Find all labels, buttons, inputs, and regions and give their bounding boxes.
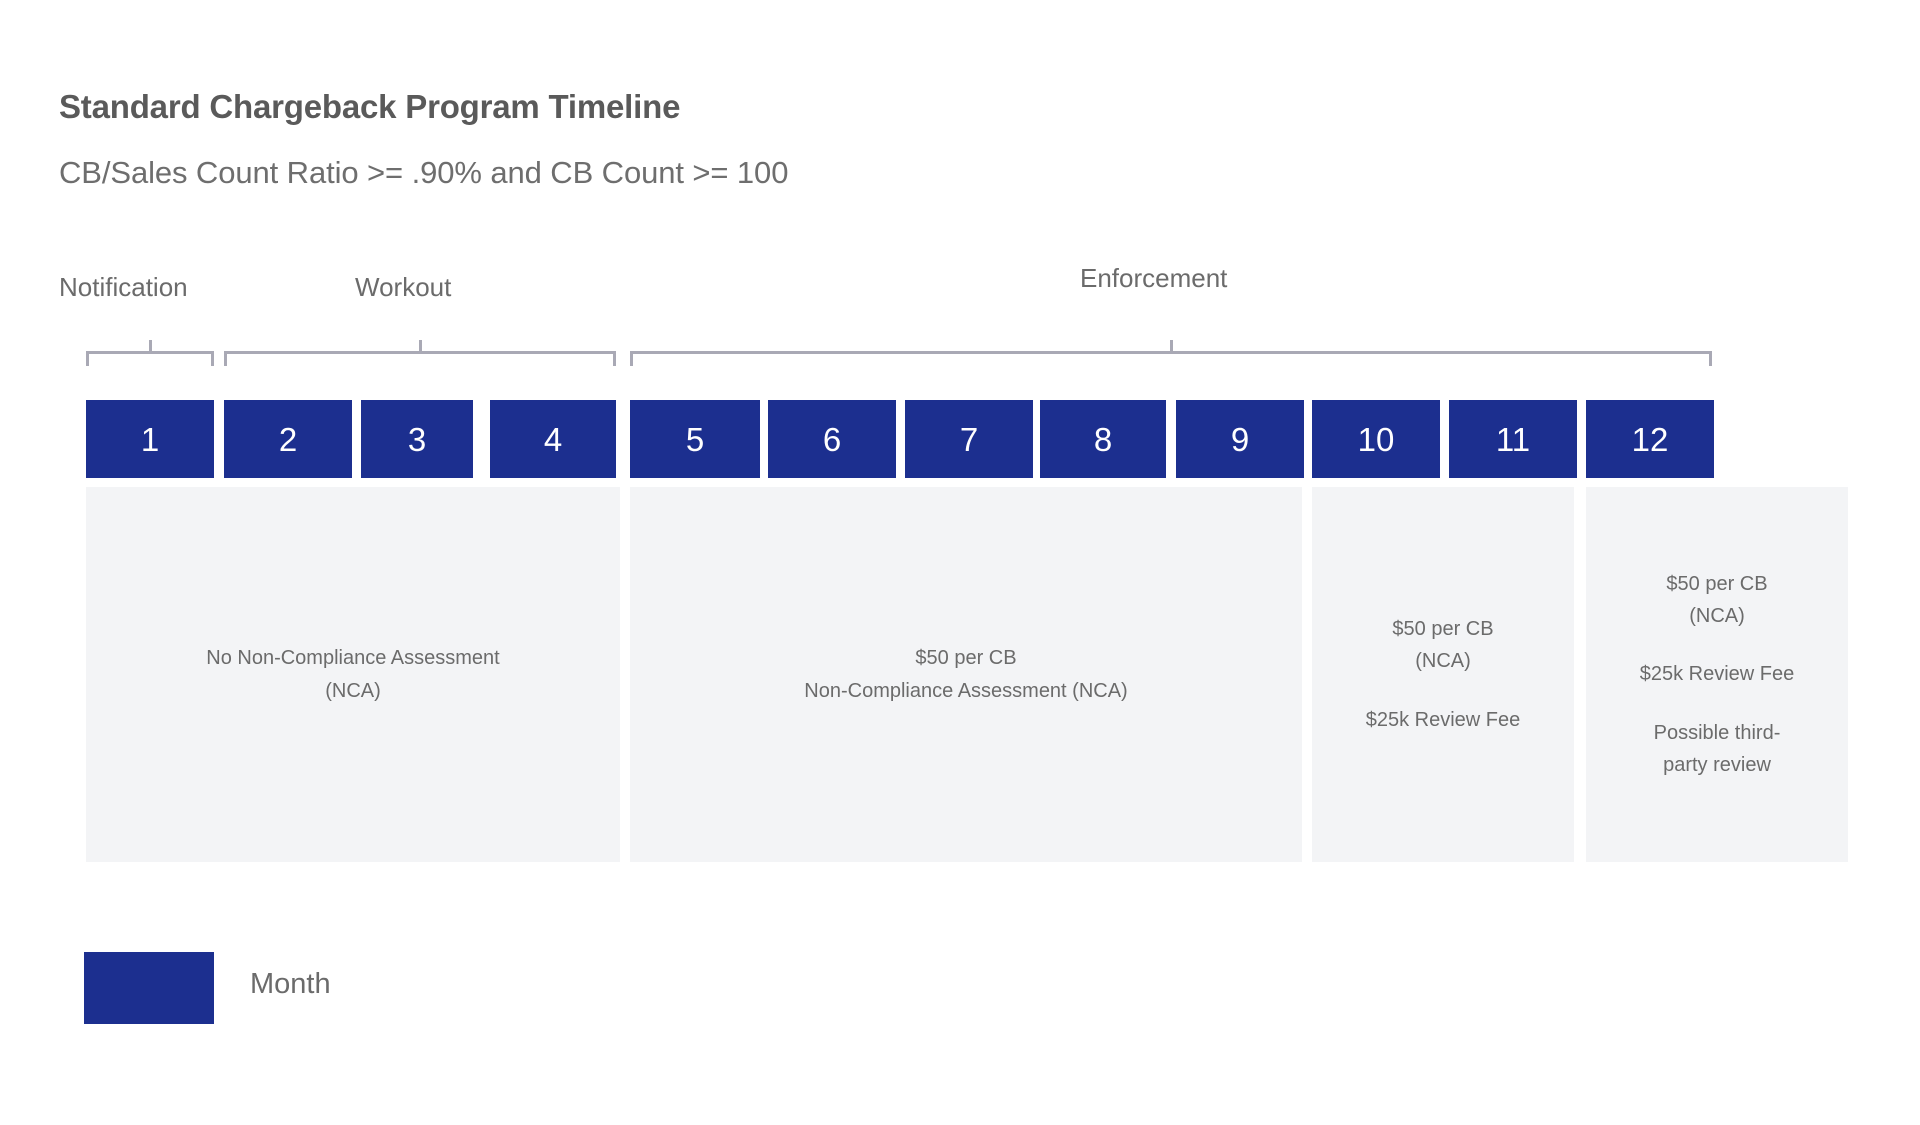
phase-label-enforcement: Enforcement [1080, 263, 1228, 293]
month-number: 11 [1495, 420, 1531, 458]
panel-line: (NCA) [1415, 650, 1471, 673]
phase-label-notification: Notification [59, 272, 188, 302]
month-box-5[interactable]: 5 [630, 400, 760, 478]
panel-paragraph: $25k Review Fee [1640, 658, 1795, 690]
panel-paragraph: $50 per CB (NCA) [1666, 568, 1767, 633]
panel-line: $50 per CB [1666, 572, 1768, 595]
phase-bracket-enforcement [630, 340, 1712, 366]
bracket-cap-right [613, 351, 616, 366]
bracket-cap-left [86, 351, 89, 366]
bracket-stem [1169, 340, 1173, 354]
month-box-4[interactable]: 4 [490, 400, 616, 478]
month-box-12[interactable]: 12 [1586, 400, 1714, 478]
bracket-cap-right [1709, 351, 1712, 366]
month-box-10[interactable]: 10 [1312, 400, 1440, 478]
page-title: Standard Chargeback Program Timeline [59, 88, 681, 125]
panel-line: (NCA) [1689, 604, 1745, 627]
phase-label-workout: Workout [355, 272, 452, 302]
phase-bracket-workout [224, 340, 616, 366]
month-box-8[interactable]: 8 [1040, 400, 1166, 478]
panel-line: party review [1663, 754, 1771, 777]
timeline-diagram: Standard Chargeback Program Timeline CB/… [0, 0, 1920, 1125]
panel-line: Non-Compliance Assessment (NCA) [804, 679, 1128, 702]
month-box-11[interactable]: 11 [1449, 400, 1577, 478]
bracket-stem [148, 340, 152, 354]
month-number: 3 [407, 420, 427, 458]
panel-line: (NCA) [325, 679, 381, 702]
panel-paragraph: $50 per CB Non-Compliance Assessment (NCA… [804, 642, 1127, 707]
panel-line: $25k Review Fee [1639, 663, 1795, 686]
month-number: 4 [543, 420, 563, 458]
month-box-2[interactable]: 2 [224, 400, 352, 478]
panel-line: $50 per CB [915, 647, 1017, 670]
bracket-cap-right [211, 351, 214, 366]
month-number: 1 [140, 420, 160, 458]
enforcement-month-12-panel: $50 per CB (NCA) $25k Review Fee Possible t… [1586, 487, 1848, 862]
month-number: 9 [1230, 420, 1250, 458]
month-number: 2 [278, 420, 298, 458]
bracket-stem [418, 340, 422, 354]
legend-label-month: Month [250, 968, 331, 1000]
panel-paragraph: $25k Review Fee [1366, 704, 1521, 736]
month-number: 10 [1357, 420, 1395, 458]
month-number: 12 [1631, 420, 1669, 458]
month-number: 5 [685, 420, 705, 458]
month-box-7[interactable]: 7 [905, 400, 1033, 478]
bracket-cap-left [224, 351, 227, 366]
bracket-cap-left [630, 351, 633, 366]
month-box-3[interactable]: 3 [361, 400, 473, 478]
phase-bracket-notification [86, 340, 214, 366]
page-subtitle: CB/Sales Count Ratio >= .90% and CB Coun… [59, 155, 789, 190]
enforcement-month-10-11-panel: $50 per CB (NCA) $25k Review Fee [1312, 487, 1574, 862]
legend-swatch-month [84, 952, 214, 1024]
panel-line: No Non-Compliance Assessment [206, 647, 500, 670]
month-box-1[interactable]: 1 [86, 400, 214, 478]
month-box-9[interactable]: 9 [1176, 400, 1304, 478]
panel-line: $25k Review Fee [1365, 708, 1521, 731]
panel-paragraph: No Non-Compliance Assessment (NCA) [206, 642, 499, 707]
month-number: 7 [959, 420, 979, 458]
month-number: 6 [822, 420, 842, 458]
panel-line: Possible third- [1653, 721, 1781, 744]
panel-paragraph: $50 per CB (NCA) [1392, 613, 1493, 678]
notification-workout-panel: No Non-Compliance Assessment (NCA) [86, 487, 620, 862]
panel-line: $50 per CB [1392, 617, 1494, 640]
month-box-6[interactable]: 6 [768, 400, 896, 478]
panel-paragraph: Possible third-party review [1654, 717, 1781, 782]
month-number: 8 [1093, 420, 1113, 458]
enforcement-early-panel: $50 per CB Non-Compliance Assessment (NCA… [630, 487, 1302, 862]
